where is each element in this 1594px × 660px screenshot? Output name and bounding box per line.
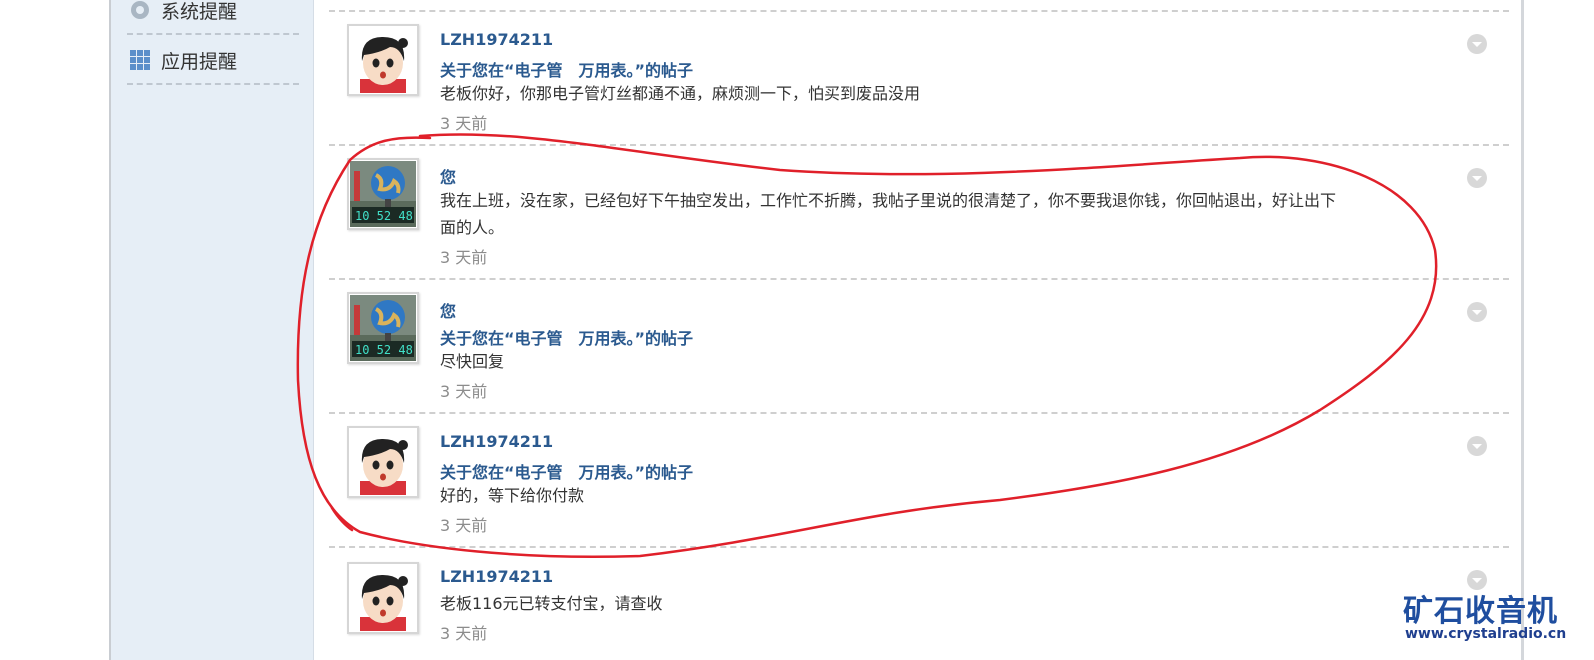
sidebar: 系统提醒 应用提醒	[111, 0, 314, 660]
notification-message: 老板你好，你那电子管灯丝都通不通，麻烦测一下，怕买到废品没用	[440, 84, 921, 103]
watermark-url: www.crystalradio.cn	[1405, 626, 1567, 642]
notification-time: 3 天前	[440, 248, 488, 267]
notification-message: 我在上班，没在家，已经包好下午抽空发出，工作忙不折腾，我帖子里说的很清楚了，你不…	[440, 191, 1337, 237]
watermark-logo-text: 矿石收音机	[1403, 594, 1558, 629]
notification-author[interactable]: 您	[440, 164, 456, 188]
sidebar-divider	[127, 83, 299, 85]
notification-time: 3 天前	[440, 624, 488, 643]
sidebar-divider	[127, 33, 299, 35]
list-item: LZH1974211 老板116元已转支付宝，请查收 3 天前	[329, 548, 1509, 660]
notification-author[interactable]: LZH1974211	[440, 567, 553, 586]
notification-time: 3 天前	[440, 382, 488, 401]
apps-grid-icon	[129, 49, 151, 71]
collapse-toggle-icon[interactable]	[1467, 302, 1487, 322]
notification-message: 尽快回复	[440, 352, 505, 371]
sidebar-item-label: 系统提醒	[161, 0, 238, 23]
notification-author[interactable]: LZH1974211	[440, 30, 553, 49]
sidebar-item-app-reminder[interactable]: 应用提醒	[127, 36, 299, 84]
notification-message: 老板116元已转支付宝，请查收	[440, 594, 663, 613]
notification-thread-link[interactable]: 关于您在“电子管 万用表。”的帖子	[440, 325, 693, 349]
collapse-toggle-icon[interactable]	[1467, 436, 1487, 456]
avatar[interactable]	[347, 426, 419, 498]
notification-thread-link[interactable]: 关于您在“电子管 万用表。”的帖子	[440, 459, 693, 483]
avatar[interactable]	[347, 24, 419, 96]
gear-icon	[129, 0, 151, 21]
notification-time: 3 天前	[440, 114, 488, 133]
notification-time: 3 天前	[440, 516, 488, 535]
collapse-toggle-icon[interactable]	[1467, 34, 1487, 54]
avatar[interactable]: 10 52 48	[347, 292, 419, 364]
list-item: LZH1974211 关于您在“电子管 万用表。”的帖子 老板你好，你那电子管灯…	[329, 12, 1509, 144]
sidebar-item-label: 应用提醒	[161, 50, 238, 73]
list-item: 10 52 48 您 我在上班，没在家，已经包好下午抽空发出，工作忙不折腾，我帖…	[329, 146, 1509, 278]
list-item: 10 52 48 您 关于您在“电子管 万用表。”的帖子 尽快回复 3 天前	[329, 280, 1509, 412]
svg-text:10 52 48: 10 52 48	[355, 343, 413, 357]
notification-thread-link[interactable]: 关于您在“电子管 万用表。”的帖子	[440, 57, 693, 81]
avatar[interactable]: 10 52 48	[347, 158, 419, 230]
notification-list: LZH1974211 关于您在“电子管 万用表。”的帖子 老板你好，你那电子管灯…	[313, 0, 1521, 660]
avatar[interactable]	[347, 562, 419, 634]
notification-message: 好的，等下给你付款	[440, 486, 585, 505]
page-frame-right	[1521, 0, 1524, 660]
collapse-toggle-icon[interactable]	[1467, 168, 1487, 188]
sidebar-item-system-reminder[interactable]: 系统提醒	[127, 0, 299, 34]
notification-author[interactable]: 您	[440, 298, 456, 322]
svg-text:10 52 48: 10 52 48	[355, 209, 413, 223]
notification-author[interactable]: LZH1974211	[440, 432, 553, 451]
list-item: LZH1974211 关于您在“电子管 万用表。”的帖子 好的，等下给你付款 3…	[329, 414, 1509, 546]
